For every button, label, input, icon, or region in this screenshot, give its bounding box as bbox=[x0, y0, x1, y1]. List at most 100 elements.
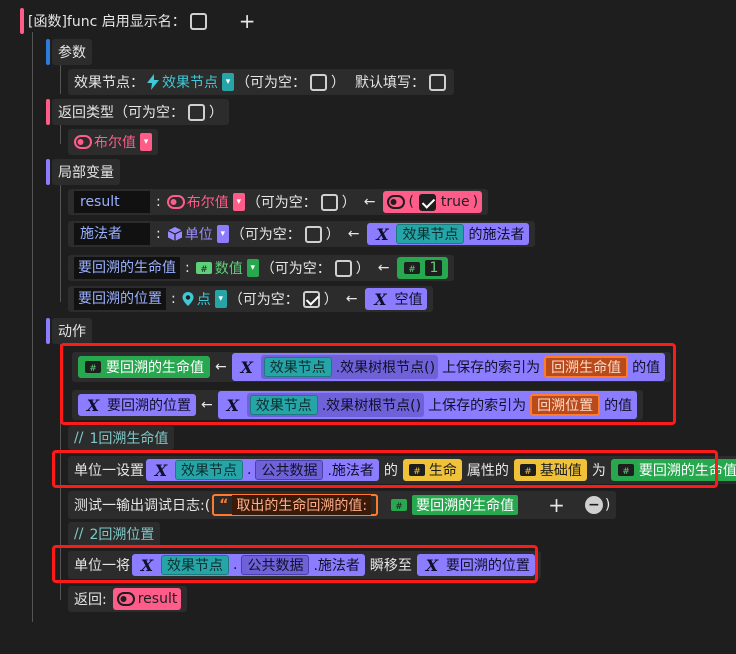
colon: : bbox=[185, 260, 190, 276]
local-type-dropdown[interactable] bbox=[232, 193, 245, 211]
local-name[interactable]: 要回溯的生命值 bbox=[74, 257, 180, 279]
local-name[interactable]: 要回溯的位置 bbox=[74, 288, 166, 310]
add-arg-icon[interactable]: + bbox=[548, 493, 565, 517]
param-row[interactable]: 效果节点： 效果节点 （可为空： ） 默认填写： bbox=[68, 69, 454, 95]
local-type-dropdown[interactable] bbox=[216, 225, 229, 243]
actions-title: 动作 bbox=[58, 324, 86, 340]
nullable-checkbox[interactable] bbox=[320, 193, 338, 211]
nullable-end: ） bbox=[355, 261, 370, 277]
var-name: result bbox=[137, 591, 178, 607]
actions-header[interactable]: 动作 bbox=[52, 318, 92, 344]
local-row-result[interactable]: result : 布尔值 （可为空： ） ← ( true ) bbox=[68, 189, 489, 215]
param-type-dropdown[interactable] bbox=[222, 73, 234, 91]
number-value[interactable]: 1 bbox=[425, 260, 443, 276]
return-type-value: 布尔值 bbox=[94, 135, 136, 151]
local-type: 点 bbox=[196, 292, 211, 308]
remove-arg-icon[interactable]: − bbox=[584, 496, 603, 514]
local-row-pos[interactable]: 要回溯的位置 : 点 （可为空： ） ← X 空值 bbox=[68, 286, 434, 312]
comment-prefix: // bbox=[74, 430, 84, 446]
local-type-dropdown[interactable] bbox=[214, 290, 227, 308]
string-literal[interactable]: “ 取出的生命回溯的值: bbox=[212, 494, 379, 516]
locals-title: 局部变量 bbox=[58, 165, 114, 181]
local-name[interactable]: result bbox=[74, 191, 150, 213]
param-nullable-label: （可为空： bbox=[236, 75, 306, 91]
params-accent bbox=[46, 39, 50, 65]
nullable-checkbox[interactable] bbox=[302, 290, 320, 308]
display-name-checkbox[interactable] bbox=[189, 12, 207, 30]
highlight-box-1 bbox=[60, 343, 676, 425]
lightning-icon bbox=[147, 74, 159, 90]
nullable-checkbox[interactable] bbox=[304, 225, 322, 243]
local-type: 单位 bbox=[184, 227, 213, 243]
action-label: 测试一输出调试日志:( bbox=[74, 498, 211, 514]
local-row-caster[interactable]: 施法者 : 单位 （可为空： ） ← X 效果节点 的施法者 bbox=[68, 221, 536, 247]
colon: : bbox=[156, 194, 161, 210]
bool-value: true bbox=[440, 194, 470, 210]
number-icon: # bbox=[404, 262, 421, 275]
var-ref-result[interactable]: result bbox=[112, 588, 182, 610]
local-type: 布尔值 bbox=[186, 195, 229, 211]
return-type-dropdown[interactable] bbox=[140, 133, 152, 151]
highlight-box-2 bbox=[52, 450, 718, 488]
string-value[interactable]: 取出的生命回溯的值: bbox=[232, 495, 372, 515]
rail-locals bbox=[60, 184, 61, 302]
null-value: 空值 bbox=[394, 292, 423, 308]
param-default-label: 默认填写： bbox=[355, 75, 425, 91]
nullable-end: ） bbox=[341, 195, 356, 211]
nullable-label: （可为空： bbox=[260, 261, 331, 277]
colon: : bbox=[156, 226, 161, 242]
param-default-checkbox[interactable] bbox=[429, 73, 446, 91]
assign-arrow: ← bbox=[363, 194, 376, 210]
expr-caster[interactable]: X 效果节点 的施法者 bbox=[367, 223, 530, 245]
params-header[interactable]: 参数 bbox=[52, 39, 92, 65]
var-ref-hp[interactable]: # 要回溯的生命值 bbox=[384, 494, 525, 516]
highlight-box-3 bbox=[52, 545, 538, 583]
nullable-label: （可为空： bbox=[228, 292, 299, 308]
action-return[interactable]: 返回: result bbox=[68, 586, 188, 612]
colon: : bbox=[171, 291, 176, 307]
comment-1[interactable]: // 1回溯生命值 bbox=[68, 426, 175, 450]
effect-node-ref[interactable]: 效果节点 bbox=[396, 224, 465, 244]
action-debug-log[interactable]: 测试一输出调试日志:( “ 取出的生命回溯的值: # 要回溯的生命值 + − ) bbox=[68, 491, 617, 519]
local-type: 数值 bbox=[214, 261, 243, 277]
return-type-header[interactable]: 返回类型（可为空： ） bbox=[52, 99, 229, 125]
param-nullable-checkbox[interactable] bbox=[310, 73, 327, 91]
function-header: [函数]func 启用显示名： + bbox=[28, 8, 256, 34]
param-type: 效果节点 bbox=[162, 75, 218, 91]
locals-header[interactable]: 局部变量 bbox=[52, 159, 120, 185]
return-title-end: ） bbox=[209, 105, 223, 121]
nullable-checkbox[interactable] bbox=[334, 259, 352, 277]
add-icon[interactable]: + bbox=[239, 9, 256, 33]
boolean-icon bbox=[166, 195, 185, 209]
local-type-dropdown[interactable] bbox=[246, 259, 259, 277]
number-icon: # bbox=[195, 262, 212, 275]
nullable-label: （可为空： bbox=[246, 195, 317, 211]
nullable-end: ） bbox=[325, 227, 340, 243]
svg-text:#: # bbox=[395, 502, 403, 512]
return-label: 返回: bbox=[74, 592, 107, 608]
function-title: [函数]func 启用显示名： bbox=[28, 14, 186, 30]
var-name: 要回溯的生命值 bbox=[412, 495, 519, 515]
return-nullable-checkbox[interactable] bbox=[188, 103, 205, 121]
bool-value-checkbox[interactable] bbox=[418, 193, 436, 211]
boolean-icon bbox=[387, 195, 406, 209]
return-type-title: 返回类型（可为空： bbox=[58, 105, 184, 121]
ret-accent bbox=[46, 99, 50, 125]
return-type-row[interactable]: 布尔值 bbox=[68, 129, 158, 155]
local-name[interactable]: 施法者 bbox=[74, 223, 150, 245]
local-row-hp[interactable]: 要回溯的生命值 : # 数值 （可为空： ） ← # 1 bbox=[68, 255, 455, 281]
param-name: 效果节点： bbox=[74, 75, 144, 91]
expr-suffix: 的施法者 bbox=[468, 227, 525, 243]
locals-accent bbox=[46, 159, 50, 185]
comment-2[interactable]: // 2回溯位置 bbox=[68, 522, 161, 546]
comment-text: 1回溯生命值 bbox=[89, 431, 169, 447]
expression-icon: X bbox=[376, 224, 389, 244]
nullable-end: ） bbox=[323, 292, 338, 308]
null-literal[interactable]: X 空值 bbox=[365, 288, 428, 310]
assign-arrow: ← bbox=[347, 226, 360, 242]
bool-literal[interactable]: ( true ) bbox=[383, 191, 483, 213]
actions-accent bbox=[46, 318, 50, 344]
number-literal[interactable]: # 1 bbox=[397, 257, 449, 279]
number-icon: # bbox=[391, 499, 408, 512]
point-pin-icon bbox=[182, 292, 194, 306]
